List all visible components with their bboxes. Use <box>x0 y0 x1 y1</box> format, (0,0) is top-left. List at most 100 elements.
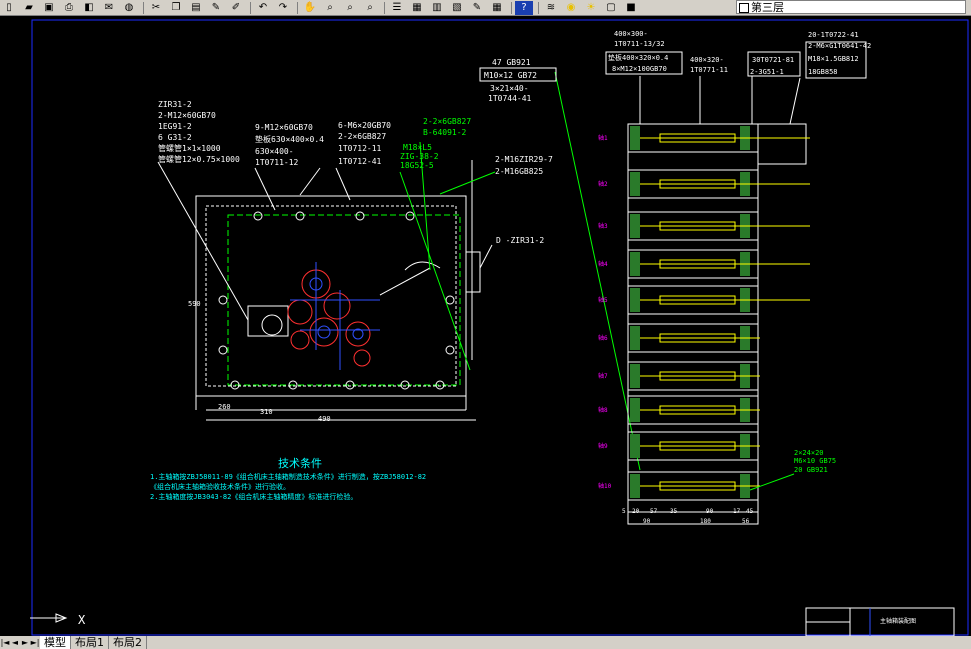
tech-title: 技术条件 <box>278 456 322 470</box>
svg-text:18GB858: 18GB858 <box>808 68 838 76</box>
gb921-note-box: 47 GB921 M10×12 GB72 3×21×40- 1T0744-41 <box>479 58 557 103</box>
svg-text:5: 5 <box>622 508 626 515</box>
tab-model[interactable]: 模型 <box>40 636 71 649</box>
sheet-set-icon[interactable]: ▧ <box>448 1 466 15</box>
preview-icon[interactable]: ◧ <box>80 1 98 15</box>
ucs-icon: X <box>30 613 86 627</box>
wall-hatch <box>630 398 640 422</box>
tab-layout2[interactable]: 布局2 <box>109 636 147 649</box>
bulb-icon[interactable]: ◉ <box>562 1 580 15</box>
green-notes: 2-2×6GB827 B-64091-2 M18×L5 ZIG-38-2 18G… <box>400 117 471 170</box>
svg-text:1.主轴箱按ZBJ58011-89《组合机床主轴箱制造技术条: 1.主轴箱按ZBJ58011-89《组合机床主轴箱制造技术条件》进行制造，按ZB… <box>150 472 426 481</box>
lock-icon[interactable]: ▢ <box>602 1 620 15</box>
svg-text:18G52-5: 18G52-5 <box>400 161 434 170</box>
svg-text:45: 45 <box>746 508 754 515</box>
toolbar-separator <box>250 1 251 14</box>
prev-tab-icon[interactable]: ◄ <box>10 638 20 647</box>
svg-text:管螺管12×0.75×1000: 管螺管12×0.75×1000 <box>158 154 240 164</box>
cad-drawing: 590 260 310 490 ZIR31-2 2-M12×60GB70 1EG… <box>30 19 969 637</box>
svg-text:20: 20 <box>632 508 640 515</box>
svg-text:2.主轴箱度按JB3043-82《组合机床主轴箱精度》标准进: 2.主轴箱度按JB3043-82《组合机床主轴箱精度》标准进行检验。 <box>150 492 357 501</box>
design-center-icon[interactable]: ▦ <box>408 1 426 15</box>
front-view <box>195 195 481 421</box>
svg-text:2-3G51-1: 2-3G51-1 <box>750 68 784 76</box>
bottom-dims: 5 20 57 35 90 17 45 90 180 56 <box>622 508 754 525</box>
wall-hatch <box>630 288 640 312</box>
shaft-id-label: 轴4 <box>598 260 608 268</box>
wall-hatch <box>630 252 640 276</box>
open-icon[interactable]: ▰ <box>20 1 38 15</box>
print-icon[interactable]: ⎙ <box>60 1 78 15</box>
svg-text:20-1T0722-41: 20-1T0722-41 <box>808 31 859 39</box>
tool-palette-icon[interactable]: ▥ <box>428 1 446 15</box>
layout-tabs: |◄ ◄ ► ►| 模型 布局1 布局2 <box>0 636 971 649</box>
toolbar-separator <box>384 1 385 14</box>
svg-text:《组合机床主轴箱验收技术条件》进行验收。: 《组合机床主轴箱验收技术条件》进行验收。 <box>150 482 290 491</box>
svg-text:2-M6×G1T0641-42: 2-M6×G1T0641-42 <box>808 42 871 50</box>
toolbar-separator <box>143 1 144 14</box>
help-icon[interactable]: ? <box>515 0 533 15</box>
sun-icon[interactable]: ☀ <box>582 1 600 15</box>
shaft-id-label: 轴5 <box>598 296 608 304</box>
dim-590: 590 <box>188 300 201 308</box>
zoom-previous-icon[interactable]: ⌕ <box>361 1 379 15</box>
svg-text:2-M16ZIR29-7: 2-M16ZIR29-7 <box>495 155 553 164</box>
title-block: 主轴箱装配图 <box>805 607 955 637</box>
wall-hatch <box>630 172 640 196</box>
svg-text:1T0712-41: 1T0712-41 <box>338 157 382 166</box>
svg-text:2×24×20: 2×24×20 <box>794 449 824 457</box>
svg-text:M18×L5: M18×L5 <box>403 143 432 152</box>
left-dims: 590 260 310 490 <box>188 300 331 423</box>
shaft-id-label: 轴7 <box>598 372 608 380</box>
svg-text:1T0771-11: 1T0771-11 <box>690 66 728 74</box>
top-notes: 9-M12×60GB70 垫板630×400×0.4 630×400- 1T07… <box>255 121 391 167</box>
bottom-right-notes: 2×24×20 M6×10 GB75 20 GB921 <box>749 449 836 491</box>
shaft-id-label: 轴8 <box>598 406 608 414</box>
toolbar-separator <box>511 1 512 14</box>
color-icon[interactable]: ■ <box>622 1 640 15</box>
shaft-id-label: 轴2 <box>598 180 608 188</box>
svg-text:M10×12 GB72: M10×12 GB72 <box>484 71 537 80</box>
layer-color-swatch <box>739 3 749 13</box>
svg-text:1T0711-13/32: 1T0711-13/32 <box>614 40 665 48</box>
matchprop-icon[interactable]: ✎ <box>207 1 225 15</box>
copy-icon[interactable]: ❐ <box>167 1 185 15</box>
svg-text:57: 57 <box>650 508 658 515</box>
undo-icon[interactable]: ↶ <box>254 1 272 15</box>
last-tab-icon[interactable]: ►| <box>30 638 40 647</box>
svg-text:20 GB921: 20 GB921 <box>794 466 828 474</box>
svg-text:X: X <box>78 613 86 627</box>
svg-text:56: 56 <box>742 518 750 525</box>
svg-text:M18×1.5GB812: M18×1.5GB812 <box>808 55 859 63</box>
properties-icon[interactable]: ☰ <box>388 1 406 15</box>
zoom-window-icon[interactable]: ⌕ <box>341 1 359 15</box>
svg-text:1T0744-41: 1T0744-41 <box>488 94 532 103</box>
drawing-canvas[interactable]: 590 260 310 490 ZIR31-2 2-M12×60GB70 1EG… <box>30 16 971 637</box>
cut-icon[interactable]: ✂ <box>147 1 165 15</box>
paste-icon[interactable]: ▤ <box>187 1 205 15</box>
first-tab-icon[interactable]: |◄ <box>0 638 10 647</box>
redo-icon[interactable]: ↷ <box>274 1 292 15</box>
layers-icon[interactable]: ≋ <box>542 1 560 15</box>
dim-490: 490 <box>318 415 331 423</box>
layer-dropdown[interactable]: 第三层 <box>736 0 966 14</box>
toolbar-separator <box>538 1 539 14</box>
brush-icon[interactable]: ✐ <box>227 1 245 15</box>
publish-icon[interactable]: ✉ <box>100 1 118 15</box>
calc-icon[interactable]: ▦ <box>488 1 506 15</box>
pan-icon[interactable]: ✋ <box>301 1 319 15</box>
tab-layout1[interactable]: 布局1 <box>71 636 109 649</box>
svg-text:ZIR31-2: ZIR31-2 <box>158 100 192 109</box>
new-icon[interactable]: ▯ <box>0 1 18 15</box>
markup-icon[interactable]: ✎ <box>468 1 486 15</box>
wall-hatch <box>630 126 640 150</box>
svg-text:M6×10 GB75: M6×10 GB75 <box>794 457 836 465</box>
globe-icon[interactable]: ◍ <box>120 1 138 15</box>
wall-hatch <box>630 326 640 350</box>
zoom-realtime-icon[interactable]: ⌕ <box>321 1 339 15</box>
svg-text:2-2×6GB827: 2-2×6GB827 <box>338 132 386 141</box>
layer-name: 第三层 <box>751 1 784 14</box>
save-icon[interactable]: ▣ <box>40 1 58 15</box>
next-tab-icon[interactable]: ► <box>20 638 30 647</box>
svg-text:ZIG-38-2: ZIG-38-2 <box>400 152 439 161</box>
